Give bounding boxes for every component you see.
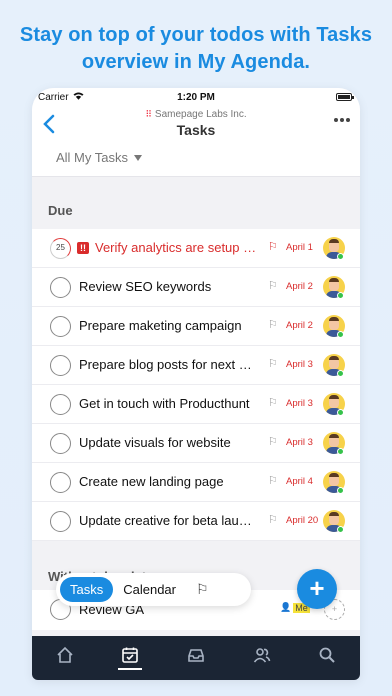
task-row[interactable]: 25 !! Verify analytics are setup for new…: [32, 229, 360, 268]
flag-icon: ⚐: [268, 241, 278, 253]
flag-icon: ⚐: [268, 280, 278, 292]
progress-checkbox[interactable]: 25: [50, 238, 71, 259]
page-title: Tasks: [176, 122, 216, 138]
online-status-icon: [337, 526, 344, 533]
online-status-icon: [337, 331, 344, 338]
task-name: Update visuals for website: [79, 435, 231, 450]
battery-icon: [336, 93, 354, 101]
online-status-icon: [337, 253, 344, 260]
task-name: Get in touch with Producthunt: [79, 396, 250, 411]
caret-down-icon: [134, 154, 142, 161]
more-icon[interactable]: [334, 118, 350, 122]
task-checkbox[interactable]: [50, 511, 71, 532]
view-switcher: Tasks Calendar ⚐: [56, 573, 251, 606]
flag-icon[interactable]: ⚐: [186, 577, 219, 602]
task-due-date: April 2: [286, 281, 313, 292]
online-status-icon: [337, 487, 344, 494]
task-row[interactable]: Prepare blog posts for next week ⚐ April…: [32, 346, 360, 385]
task-row[interactable]: Update visuals for website ⚐ April 3: [32, 424, 360, 463]
filter-bar: All My Tasks: [32, 140, 360, 177]
task-name: Update creative for beta launch: [79, 513, 257, 528]
task-checkbox[interactable]: [50, 433, 71, 454]
task-row[interactable]: Update creative for beta launch ⚐ April …: [32, 502, 360, 541]
flag-icon: ⚐: [268, 358, 278, 370]
tab-calendar[interactable]: Calendar: [113, 577, 186, 602]
filter-label: All My Tasks: [56, 150, 128, 165]
task-due-date: April 3: [286, 398, 313, 409]
task-due-date: April 20: [286, 515, 319, 526]
people-icon[interactable]: [250, 646, 274, 670]
org-name: ⠿ Samepage Labs Inc.: [32, 109, 360, 120]
task-checkbox[interactable]: [50, 394, 71, 415]
task-checkbox[interactable]: [50, 355, 71, 376]
phone-screen: Carrier 1:20 PM ⠿ Samepage Labs Inc. Task…: [32, 88, 360, 680]
task-row[interactable]: Review SEO keywords ⚐ April 2: [32, 268, 360, 307]
status-bar: Carrier 1:20 PM: [32, 88, 360, 108]
bottom-tab-bar: [32, 636, 360, 680]
task-row[interactable]: Get in touch with Producthunt ⚐ April 3: [32, 385, 360, 424]
nav-bar: ⠿ Samepage Labs Inc. Tasks: [32, 108, 360, 140]
headline-line-1: Stay on top of your todos with Tasks: [19, 24, 373, 46]
inbox-icon[interactable]: [184, 646, 208, 670]
task-name: Create new landing page: [79, 474, 224, 489]
flag-icon: ⚐: [268, 475, 278, 487]
promo-headline: Stay on top of your todos with Tasks ove…: [0, 22, 392, 76]
task-checkbox[interactable]: [50, 316, 71, 337]
task-content: Due 25 !! Verify analytics are setup for…: [32, 177, 360, 636]
tab-tasks[interactable]: Tasks: [60, 577, 114, 602]
org-label: Samepage Labs Inc.: [154, 109, 247, 120]
task-due-date: April 3: [286, 437, 313, 448]
task-due-date: April 3: [286, 359, 313, 370]
filter-dropdown[interactable]: All My Tasks: [56, 150, 142, 165]
online-status-icon: [337, 448, 344, 455]
task-due-date: April 1: [286, 242, 313, 253]
search-icon[interactable]: [315, 646, 339, 670]
online-status-icon: [337, 409, 344, 416]
task-checkbox[interactable]: [50, 277, 71, 298]
add-task-button[interactable]: +: [297, 569, 337, 609]
task-due-date: April 4: [286, 476, 313, 487]
section-due-title: Due: [48, 203, 73, 218]
calendar-check-icon[interactable]: [118, 646, 143, 670]
flag-icon: ⚐: [268, 319, 278, 331]
task-name: Prepare blog posts for next week: [79, 357, 257, 372]
flag-icon: ⚐: [268, 397, 278, 409]
task-name: Prepare maketing campaign: [79, 318, 242, 333]
task-checkbox[interactable]: [50, 472, 71, 493]
flag-icon: ⚐: [268, 514, 278, 526]
task-name: Verify analytics are setup for new landi…: [95, 240, 258, 255]
headline-line-2: overview in My Agenda.: [81, 51, 311, 73]
user-icon: 👤: [280, 602, 292, 612]
home-icon[interactable]: [53, 646, 77, 670]
due-task-list: 25 !! Verify analytics are setup for new…: [32, 229, 360, 541]
task-row[interactable]: Prepare maketing campaign ⚐ April 2: [32, 307, 360, 346]
samepage-logo-icon: ⠿: [145, 109, 152, 119]
online-status-icon: [337, 370, 344, 377]
task-row[interactable]: Create new landing page ⚐ April 4: [32, 463, 360, 502]
priority-icon: !!: [77, 242, 89, 254]
status-time: 1:20 PM: [177, 92, 215, 103]
task-due-date: April 2: [286, 320, 313, 331]
online-status-icon: [337, 292, 344, 299]
flag-icon: ⚐: [268, 436, 278, 448]
task-name: Review SEO keywords: [79, 279, 212, 294]
